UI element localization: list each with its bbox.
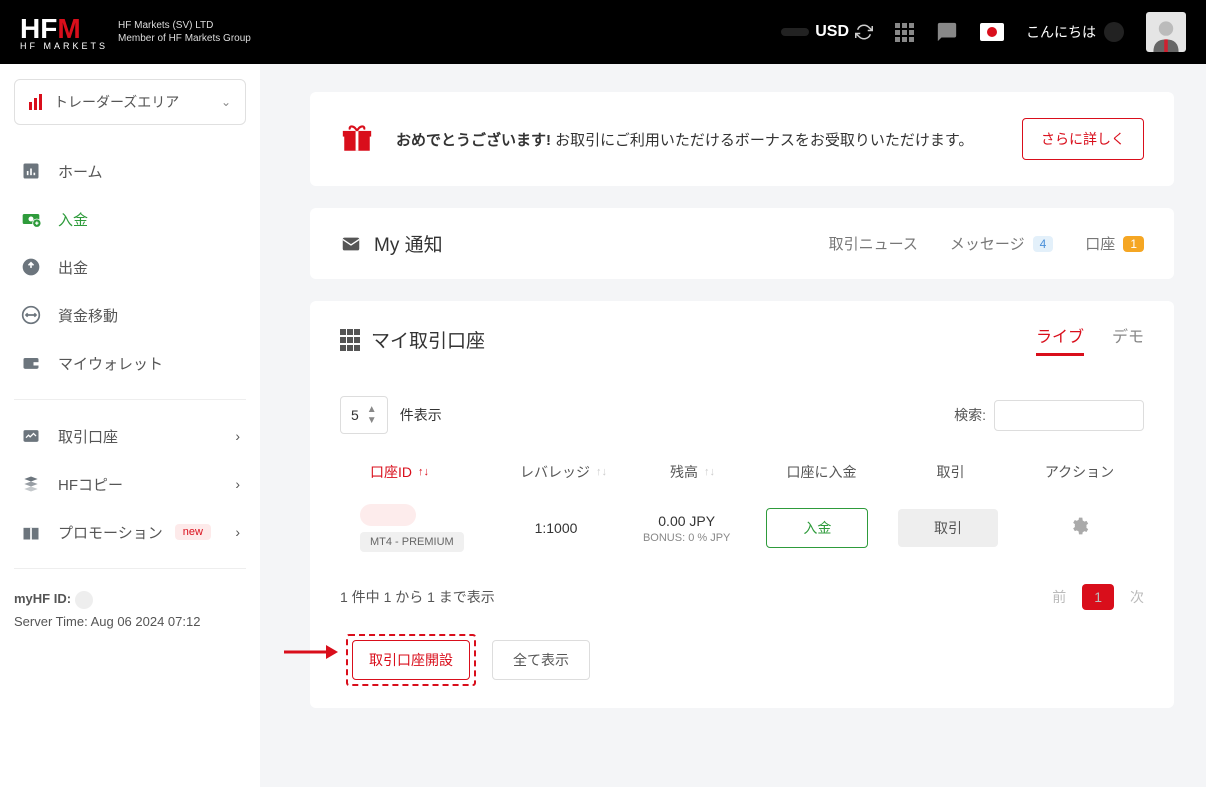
cell-balance: 0.00 JPYBONUS: 0 % JPY [621, 513, 752, 544]
wallet-icon [20, 352, 42, 374]
search-input[interactable] [994, 400, 1144, 431]
trade-button[interactable]: 取引 [898, 509, 998, 547]
th-id[interactable]: 口座ID↑↓ [340, 462, 499, 482]
trader-area-label: トレーダーズエリア [54, 92, 179, 112]
sidebar-item-label: 取引口座 [58, 426, 118, 447]
withdraw-icon [20, 256, 42, 278]
mail-icon [340, 233, 362, 255]
th-action: アクション [1015, 462, 1144, 482]
divider [14, 399, 246, 400]
gift-icon [340, 121, 374, 158]
account-id [360, 504, 416, 526]
search-label: 検索: [954, 405, 986, 425]
page-size-label: 件表示 [400, 405, 442, 425]
home-icon [20, 160, 42, 182]
table-info: 1 件中 1 から 1 まで表示 [340, 587, 495, 607]
myhf-id-value [75, 591, 93, 609]
accounts-title: マイ取引口座 [340, 326, 485, 353]
sidebar-item-accounts[interactable]: 取引口座 › [14, 412, 246, 460]
sort-icon: ▲▼ [367, 404, 377, 426]
accounts-card: マイ取引口座 ライブ デモ 5▲▼ 件表示 検索: 口座ID↑↓ レバレッジ↑↓… [310, 301, 1174, 708]
sidebar-item-label: 資金移動 [58, 305, 118, 326]
chevron-right-icon: › [235, 476, 240, 492]
currency-selector[interactable]: USD [781, 23, 873, 41]
gear-icon[interactable] [1069, 516, 1089, 541]
user-greeting[interactable]: こんにちは [1026, 22, 1124, 42]
myhf-id-label: myHF ID: [14, 591, 71, 606]
deposit-icon [20, 208, 42, 230]
page-size-select[interactable]: 5▲▼ [340, 396, 388, 434]
arrow-annotation-icon [282, 640, 338, 664]
th-deposit: 口座に入金 [757, 462, 886, 482]
deposit-button[interactable]: 入金 [766, 508, 868, 548]
sidebar-item-deposit[interactable]: 入金 [14, 195, 246, 243]
divider [14, 568, 246, 569]
tab-news[interactable]: 取引ニュース [829, 233, 918, 254]
chevron-right-icon: › [235, 524, 240, 540]
chevron-right-icon: › [235, 428, 240, 444]
th-leverage[interactable]: レバレッジ↑↓ [499, 462, 628, 482]
th-balance[interactable]: 残高↑↓ [628, 462, 757, 482]
cell-leverage: 1:1000 [491, 520, 622, 536]
sort-arrow-icon: ↑↓ [596, 466, 607, 478]
tab-live[interactable]: ライブ [1036, 323, 1084, 356]
show-all-button[interactable]: 全て表示 [492, 640, 590, 680]
new-account-highlight: 取引口座開設 [346, 634, 476, 686]
bonus-more-button[interactable]: さらに詳しく [1022, 118, 1144, 160]
sidebar-footer: myHF ID: Server Time: Aug 06 2024 07:12 [14, 587, 246, 634]
logo-company: HF Markets (SV) LTD Member of HF Markets… [118, 19, 251, 45]
sidebar-item-home[interactable]: ホーム [14, 147, 246, 195]
bars-icon [29, 94, 42, 110]
bonus-text: おめでとうございます! お取引にご利用いただけるボーナスをお受取りいただけます。 [396, 129, 973, 150]
new-badge: new [175, 524, 211, 540]
tab-accounts[interactable]: 口座1 [1085, 233, 1144, 254]
sidebar-item-label: プロモーション [58, 522, 163, 543]
next-page[interactable]: 次 [1130, 587, 1144, 607]
chevron-down-icon: ⌄ [221, 95, 231, 109]
grid-icon [340, 329, 359, 351]
table-header: 口座ID↑↓ レバレッジ↑↓ 残高↑↓ 口座に入金 取引 アクション [340, 462, 1144, 482]
tab-demo[interactable]: デモ [1112, 323, 1144, 356]
apps-icon[interactable] [895, 23, 914, 42]
sidebar-item-label: マイウォレット [58, 353, 163, 374]
account-type-badge: MT4 - PREMIUM [360, 532, 464, 552]
sidebar-item-label: 出金 [58, 257, 88, 278]
language-flag-icon[interactable] [980, 23, 1004, 41]
table-row: MT4 - PREMIUM 1:1000 0.00 JPYBONUS: 0 % … [340, 504, 1144, 552]
sidebar-item-label: ホーム [58, 161, 103, 182]
sidebar: トレーダーズエリア ⌄ ホーム 入金 出金 資金移動 マイウォレット 取引口座 ›… [0, 64, 260, 787]
sidebar-item-wallet[interactable]: マイウォレット [14, 339, 246, 387]
gift-icon [20, 521, 42, 543]
accounts-count-badge: 1 [1123, 236, 1144, 252]
logo-subtext: HF MARKETS [20, 41, 108, 51]
prev-page[interactable]: 前 [1052, 587, 1066, 607]
copy-icon [20, 473, 42, 495]
trader-area-dropdown[interactable]: トレーダーズエリア ⌄ [14, 79, 246, 125]
transfer-icon [20, 304, 42, 326]
page-number[interactable]: 1 [1082, 584, 1114, 610]
sidebar-item-withdraw[interactable]: 出金 [14, 243, 246, 291]
avatar[interactable] [1146, 12, 1186, 52]
tab-messages[interactable]: メッセージ4 [950, 233, 1053, 254]
sort-arrow-icon: ↑↓ [418, 466, 429, 478]
new-account-button[interactable]: 取引口座開設 [352, 640, 470, 680]
sidebar-item-copy[interactable]: HFコピー › [14, 460, 246, 508]
refresh-icon [855, 23, 873, 41]
notifications-card: My 通知 取引ニュース メッセージ4 口座1 [310, 208, 1174, 279]
server-time: Server Time: Aug 06 2024 07:12 [14, 610, 246, 633]
sort-arrow-icon: ↑↓ [704, 466, 715, 478]
notifications-title: My 通知 [340, 230, 443, 257]
messages-count-badge: 4 [1033, 236, 1054, 252]
bonus-card: おめでとうございます! お取引にご利用いただけるボーナスをお受取りいただけます。… [310, 92, 1174, 186]
sidebar-item-transfer[interactable]: 資金移動 [14, 291, 246, 339]
chat-icon[interactable] [936, 21, 958, 43]
sidebar-item-promo[interactable]: プロモーション new › [14, 508, 246, 556]
topbar: HFM HF MARKETS HF Markets (SV) LTD Membe… [0, 0, 1206, 64]
th-trade: 取引 [886, 462, 1015, 482]
sidebar-item-label: HFコピー [58, 474, 123, 495]
logo[interactable]: HFM HF MARKETS HF Markets (SV) LTD Membe… [20, 13, 251, 51]
accounts-icon [20, 425, 42, 447]
sidebar-item-label: 入金 [58, 209, 88, 230]
